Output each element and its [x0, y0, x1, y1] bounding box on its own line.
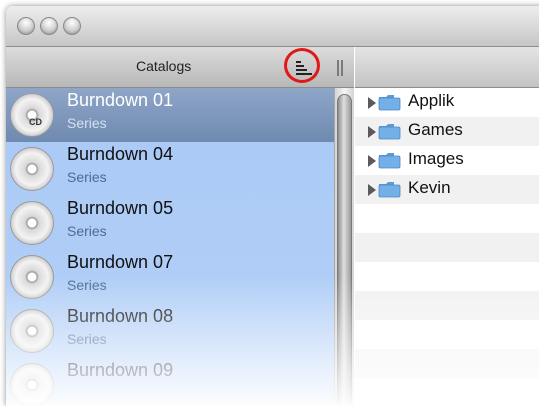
catalog-scrollbar[interactable]	[334, 88, 354, 406]
folder-row[interactable]: Applik	[355, 88, 539, 117]
catalog-item[interactable]: Burndown 09	[6, 358, 334, 406]
catalog-item-subtitle: Series	[67, 115, 107, 131]
folder-row[interactable]: Kevin	[355, 175, 539, 204]
catalogs-header: Catalogs	[6, 47, 354, 88]
cd-disc-icon	[10, 147, 54, 191]
column-resize-icon[interactable]	[337, 60, 345, 76]
folder-row[interactable]: Images	[355, 146, 539, 175]
disclosure-triangle-icon[interactable]	[368, 184, 376, 196]
annotation-circle	[284, 48, 320, 83]
folder-icon	[378, 95, 401, 111]
catalog-item[interactable]: Burndown 05 Series	[6, 196, 334, 250]
catalog-item[interactable]: CD Burndown 01 Series	[6, 88, 334, 142]
folder-row[interactable]: Games	[355, 117, 539, 146]
folder-name: Kevin	[408, 178, 451, 197]
title-bar	[6, 6, 539, 47]
cd-disc-icon	[10, 255, 54, 299]
folder-name: Applik	[408, 91, 455, 110]
scroll-thumb[interactable]	[337, 94, 352, 406]
disclosure-triangle-icon[interactable]	[368, 126, 376, 138]
row-stripe	[355, 233, 539, 262]
catalog-item-subtitle: Series	[67, 169, 107, 185]
catalog-item-name: Burndown 01	[67, 90, 174, 110]
cd-disc-icon	[10, 201, 54, 245]
app-window: Catalogs CD Burndown 01 Series Burndown 04 S…	[6, 6, 539, 406]
folder-list: Applik Games Images Kevin	[355, 88, 539, 406]
catalog-item-name: Burndown 05	[67, 198, 174, 218]
catalogs-title: Catalogs	[136, 58, 192, 74]
folder-name: Games	[408, 120, 463, 139]
cd-disc-icon	[10, 309, 54, 353]
content-header	[355, 47, 539, 88]
zoom-window-button[interactable]	[63, 17, 81, 35]
catalog-item-name: Burndown 08	[67, 306, 174, 326]
catalog-list: CD Burndown 01 Series Burndown 04 Series Burn…	[6, 88, 334, 406]
folder-icon	[378, 153, 401, 169]
folder-name: Images	[408, 149, 464, 168]
catalog-item-name: Burndown 09	[67, 360, 174, 380]
catalog-item-name: Burndown 07	[67, 252, 174, 272]
disclosure-triangle-icon[interactable]	[368, 155, 376, 167]
catalog-item[interactable]: Burndown 04 Series	[6, 142, 334, 196]
catalog-item-subtitle: Series	[67, 223, 107, 239]
folder-icon	[378, 124, 401, 140]
row-stripe	[355, 349, 539, 378]
close-window-button[interactable]	[17, 17, 35, 35]
catalog-item-subtitle: Series	[67, 277, 107, 293]
catalog-item-subtitle: Series	[67, 331, 107, 347]
catalog-item-name: Burndown 04	[67, 144, 174, 164]
catalog-item[interactable]: Burndown 08 Series	[6, 304, 334, 358]
cd-disc-icon	[10, 363, 54, 406]
folder-icon	[378, 182, 401, 198]
disclosure-triangle-icon[interactable]	[368, 97, 376, 109]
minimize-window-button[interactable]	[40, 17, 58, 35]
catalogs-sidebar: Catalogs CD Burndown 01 Series Burndown 04 S…	[6, 47, 354, 406]
row-stripe	[355, 291, 539, 320]
content-pane: Applik Games Images Kevin	[355, 47, 539, 406]
cd-disc-icon	[10, 93, 54, 137]
disc-label: CD	[29, 117, 42, 127]
catalog-item[interactable]: Burndown 07 Series	[6, 250, 334, 304]
